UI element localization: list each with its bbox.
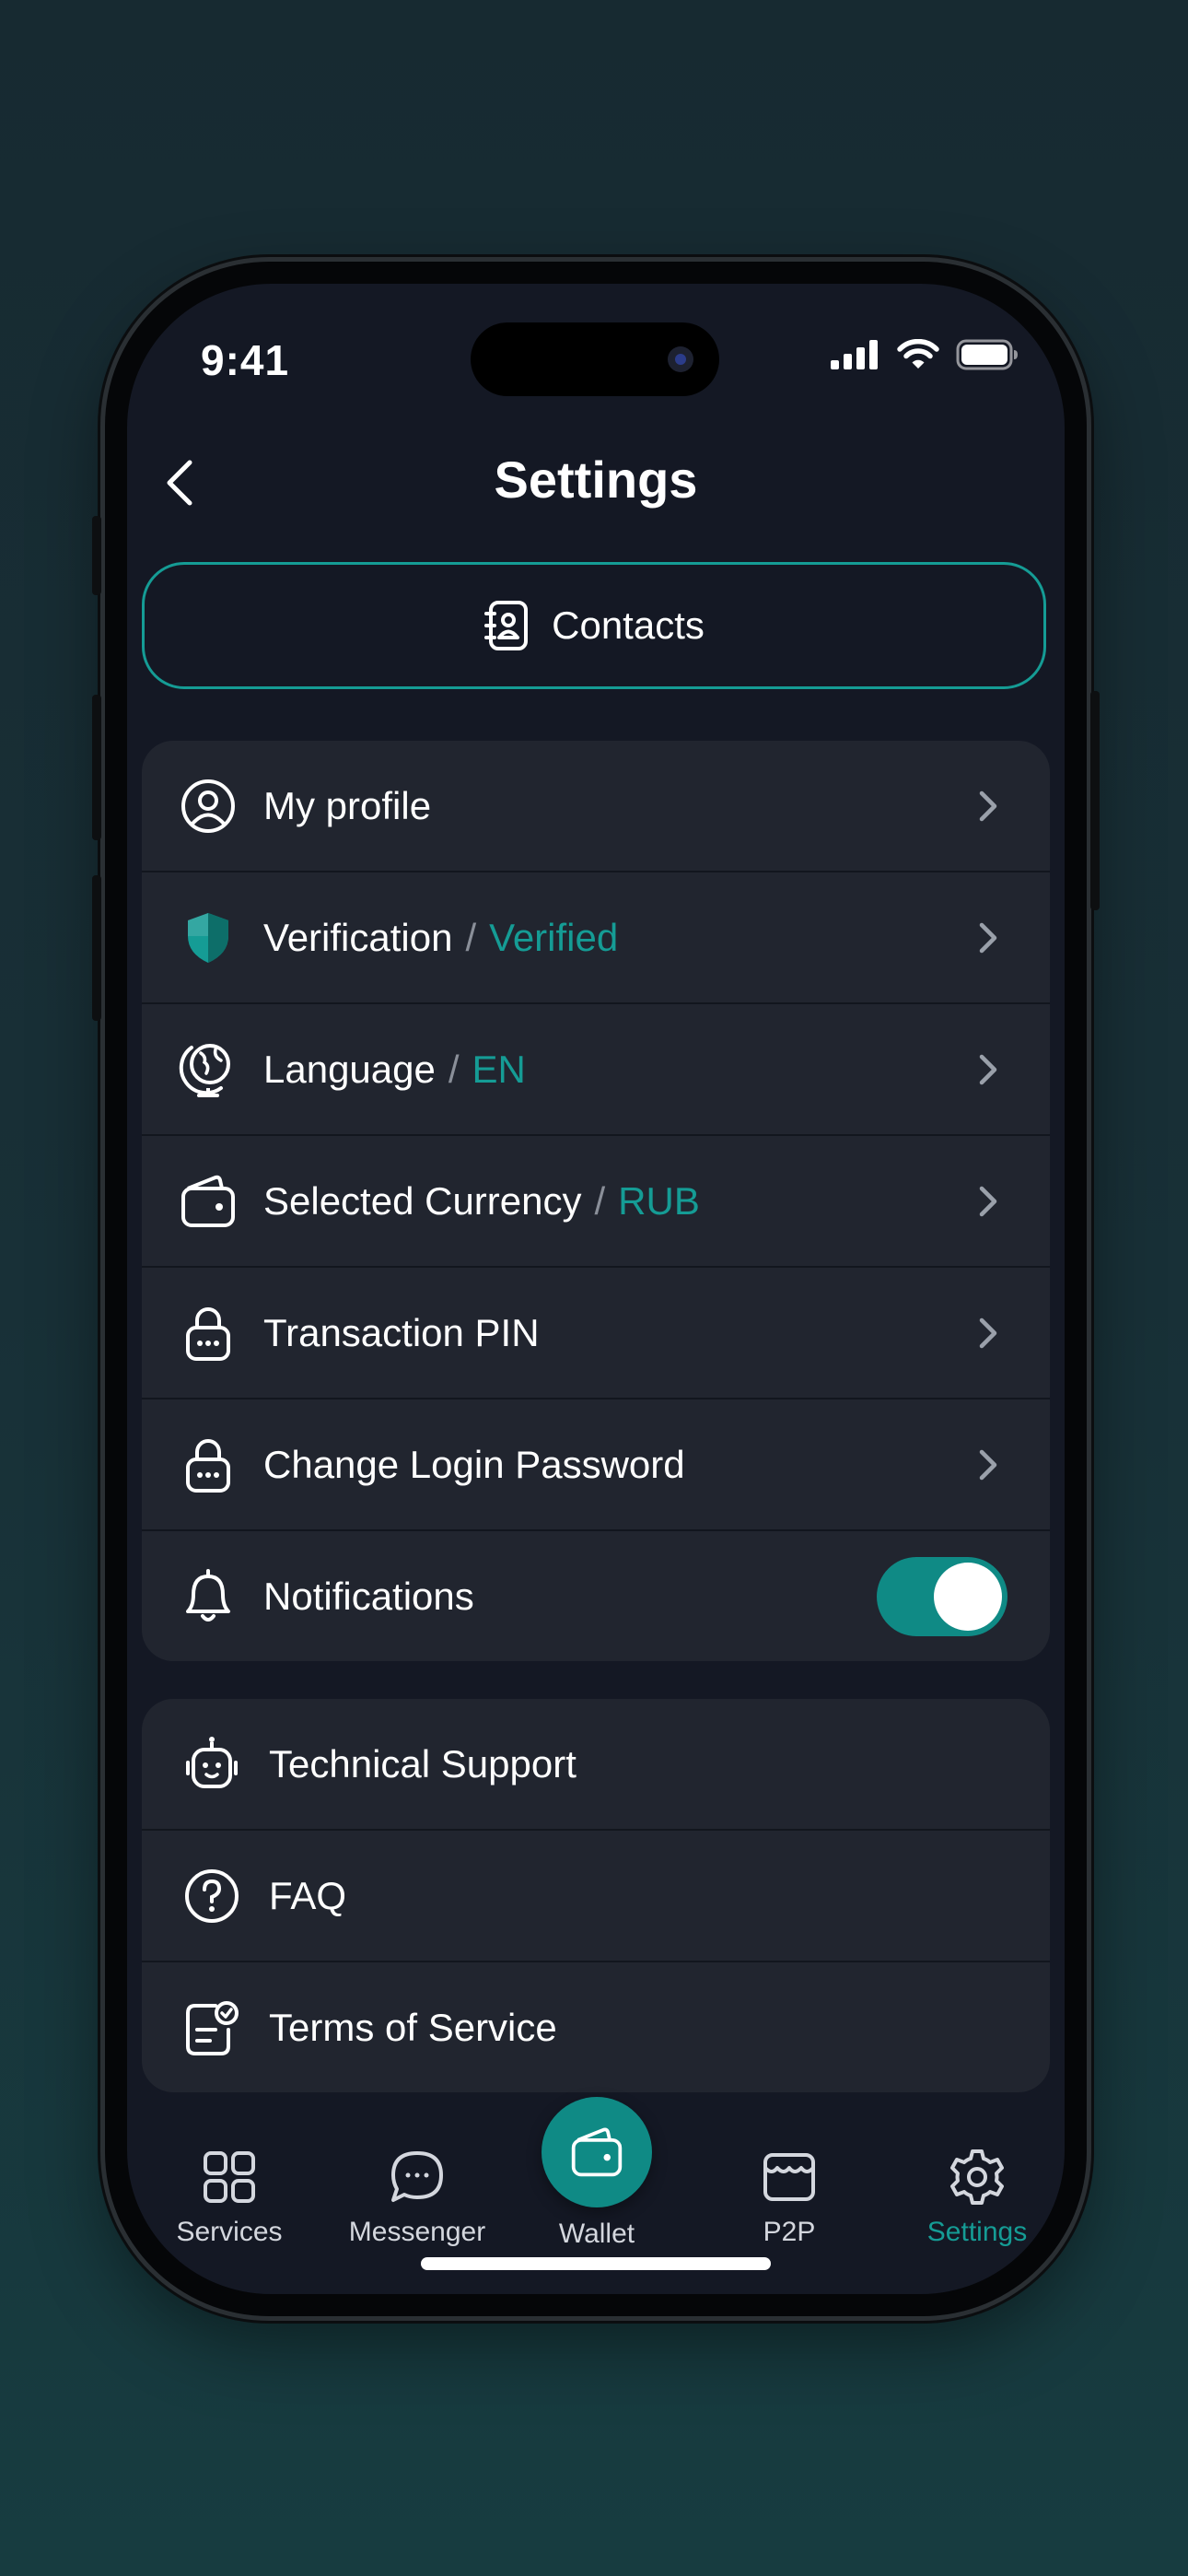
wallet-icon bbox=[179, 1172, 238, 1231]
power-button bbox=[1090, 691, 1100, 910]
tab-messenger[interactable]: Messenger bbox=[325, 2145, 509, 2248]
settings-row-verification[interactable]: Verification / Verified bbox=[142, 872, 1050, 1004]
page-title: Settings bbox=[494, 451, 698, 509]
store-icon bbox=[697, 2145, 881, 2209]
support-row-terms-of-service[interactable]: Terms of Service bbox=[142, 1962, 1050, 2092]
settings-row-label: Language bbox=[263, 1047, 436, 1091]
tab-label: Settings bbox=[926, 2217, 1028, 2247]
settings-row-label: Notifications bbox=[263, 1574, 474, 1618]
settings-row-language[interactable]: Language / EN bbox=[142, 1004, 1050, 1136]
settings-row-label: Selected Currency bbox=[263, 1178, 582, 1223]
settings-row-notifications: Notifications bbox=[142, 1531, 1050, 1661]
user-circle-icon bbox=[179, 777, 238, 836]
status-time: 9:41 bbox=[201, 336, 290, 384]
wallet-icon bbox=[571, 2127, 623, 2177]
settings-row-selected-currency[interactable]: Selected Currency / RUB bbox=[142, 1136, 1050, 1268]
phone-frame: 9:41 Settings Contacts My profile Verifi… bbox=[92, 262, 1100, 2316]
home-indicator bbox=[421, 2257, 771, 2270]
globe-icon bbox=[179, 1040, 238, 1099]
bell-icon bbox=[179, 1567, 238, 1626]
action-button bbox=[92, 516, 101, 595]
tab-wallet[interactable] bbox=[542, 2097, 652, 2207]
volume-down-button bbox=[92, 875, 101, 1021]
chevron-right-icon bbox=[979, 1449, 997, 1480]
chat-bubble-icon bbox=[325, 2145, 509, 2209]
toggle-knob bbox=[934, 1562, 1002, 1631]
chevron-right-icon bbox=[979, 922, 997, 953]
support-row-label: Technical Support bbox=[269, 1741, 577, 1786]
robot-icon bbox=[182, 1735, 241, 1794]
grid-icon bbox=[137, 2145, 321, 2209]
document-check-icon bbox=[182, 1998, 241, 2057]
tab-settings[interactable]: Settings bbox=[885, 2145, 1065, 2248]
support-group: Technical Support FAQ Terms of Service bbox=[142, 1699, 1050, 2092]
settings-row-transaction-pin[interactable]: Transaction PIN bbox=[142, 1268, 1050, 1399]
value-separator: / bbox=[465, 915, 477, 959]
cellular-signal-icon bbox=[831, 340, 878, 369]
contacts-label: Contacts bbox=[552, 603, 705, 647]
chevron-right-icon bbox=[979, 1054, 997, 1084]
question-circle-icon bbox=[182, 1867, 241, 1926]
settings-row-my-profile[interactable]: My profile bbox=[142, 741, 1050, 872]
tab-p2p[interactable]: P2P bbox=[697, 2145, 881, 2248]
value-separator: / bbox=[594, 1178, 606, 1223]
tab-label: P2P bbox=[763, 2217, 816, 2247]
contacts-book-icon bbox=[484, 601, 529, 650]
battery-icon bbox=[956, 339, 1018, 370]
settings-row-label: Verification bbox=[263, 915, 453, 959]
support-row-technical-support[interactable]: Technical Support bbox=[142, 1699, 1050, 1831]
wifi-icon bbox=[897, 339, 939, 369]
value-separator: / bbox=[448, 1047, 460, 1091]
camera-icon bbox=[668, 346, 693, 372]
tab-label: Services bbox=[176, 2217, 283, 2247]
dynamic-island bbox=[471, 322, 719, 396]
contacts-button[interactable]: Contacts bbox=[142, 562, 1046, 689]
support-row-label: FAQ bbox=[269, 1873, 347, 1917]
status-icons bbox=[831, 339, 1019, 370]
support-row-label: Terms of Service bbox=[269, 2005, 557, 2049]
lock-icon bbox=[179, 1435, 238, 1494]
verification-status: Verified bbox=[489, 915, 619, 959]
settings-row-label: Change Login Password bbox=[263, 1442, 685, 1486]
tab-label: Messenger bbox=[348, 2217, 486, 2247]
notifications-toggle[interactable] bbox=[877, 1556, 1007, 1636]
currency-value: RUB bbox=[618, 1178, 700, 1223]
settings-row-label: My profile bbox=[263, 783, 432, 827]
settings-row-change-login-password[interactable]: Change Login Password bbox=[142, 1399, 1050, 1531]
volume-up-button bbox=[92, 695, 101, 840]
gear-icon bbox=[885, 2145, 1065, 2209]
app-screen: 9:41 Settings Contacts My profile Verifi… bbox=[127, 284, 1065, 2294]
settings-group: My profile Verification / Verified Langu… bbox=[142, 741, 1050, 1661]
chevron-right-icon bbox=[979, 790, 997, 821]
language-value: EN bbox=[472, 1047, 526, 1091]
chevron-right-icon bbox=[979, 1317, 997, 1348]
chevron-right-icon bbox=[979, 1186, 997, 1216]
settings-row-label: Transaction PIN bbox=[263, 1310, 540, 1354]
shield-icon bbox=[179, 908, 238, 967]
tab-services[interactable]: Services bbox=[137, 2145, 321, 2248]
support-row-faq[interactable]: FAQ bbox=[142, 1831, 1050, 1962]
tab-label: Wallet bbox=[558, 2219, 635, 2249]
lock-icon bbox=[179, 1304, 238, 1363]
